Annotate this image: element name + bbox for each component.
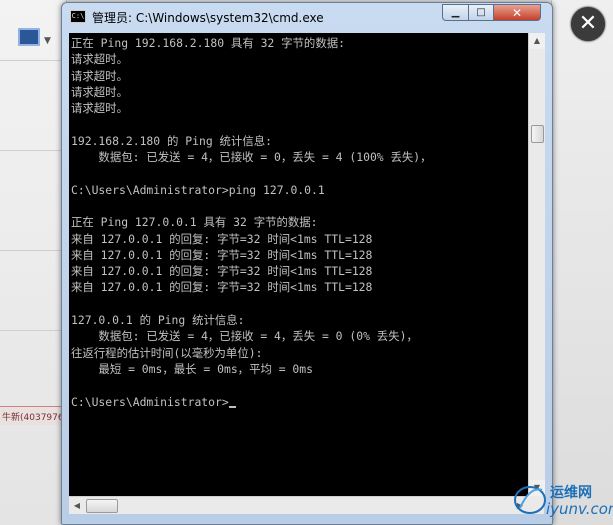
console-output[interactable]: 正在 Ping 192.168.2.180 具有 32 字节的数据: 请求超时。… xyxy=(69,33,528,496)
console-line: 来自 127.0.0.1 的回复: 字节=32 时间<1ms TTL=128 xyxy=(71,231,373,246)
minimize-button[interactable]: ▁ xyxy=(442,4,469,21)
console-line: 来自 127.0.0.1 的回复: 字节=32 时间<1ms TTL=128 xyxy=(71,280,373,295)
console-line: 数据包: 已发送 = 4，已接收 = 0，丢失 = 4 (100% 丢失)， xyxy=(98,150,432,165)
chevron-down-icon[interactable]: ▼ xyxy=(44,36,51,46)
overlay-close-button[interactable]: ✕ xyxy=(571,7,605,41)
vertical-scrollbar[interactable]: ▲ ▼ xyxy=(528,33,545,496)
console-line: 请求超时。 xyxy=(71,52,128,67)
console-lines: 正在 Ping 192.168.2.180 具有 32 字节的数据: 请求超时。… xyxy=(71,36,432,376)
console-line: 192.168.2.180 的 Ping 统计信息: xyxy=(71,133,272,148)
background-app-left-panel: ▼ xyxy=(0,0,67,525)
background-app-right-panel xyxy=(551,0,613,525)
divider xyxy=(0,150,66,151)
watermark-logo-icon xyxy=(514,486,546,514)
console-line: 127.0.0.1 的 Ping 统计信息: xyxy=(71,313,245,328)
console-line: 来自 127.0.0.1 的回复: 字节=32 时间<1ms TTL=128 xyxy=(71,264,373,279)
maximize-button[interactable]: □ xyxy=(468,4,494,21)
text-cursor xyxy=(228,405,236,408)
console-line: 请求超时。 xyxy=(71,84,128,99)
console-line: 最短 = 0ms，最长 = 0ms，平均 = 0ms xyxy=(98,361,313,376)
console-line: 数据包: 已发送 = 4，已接收 = 4，丢失 = 0 (0% 丢失)， xyxy=(98,329,418,344)
background-app-tab-label: 牛新(40379767 xyxy=(2,413,70,423)
console-text: 正在 Ping 192.168.2.180 具有 32 字节的数据: 请求超时。… xyxy=(69,33,528,410)
close-button[interactable]: ✕ xyxy=(493,4,541,21)
cmd-app-icon[interactable]: C:\ xyxy=(70,10,86,23)
console-line: 请求超时。 xyxy=(71,101,128,116)
console-line: 正在 Ping 127.0.0.1 具有 32 字节的数据: xyxy=(71,215,318,230)
console-line: 请求超时。 xyxy=(71,68,128,83)
console-line: 往返行程的估计时间(以毫秒为单位): xyxy=(71,345,263,360)
monitor-icon[interactable] xyxy=(18,28,40,46)
watermark-title: 运维网 xyxy=(550,485,592,501)
title-bar[interactable]: C:\ 管理员: C:\Windows\system32\cmd.exe ▁ □… xyxy=(62,3,552,29)
divider xyxy=(0,330,66,331)
watermark-url: iyunv.com xyxy=(546,500,613,518)
console-prompt: C:\Users\Administrator> xyxy=(71,394,229,409)
console-line: 来自 127.0.0.1 的回复: 字节=32 时间<1ms TTL=128 xyxy=(71,247,373,262)
window-title: 管理员: C:\Windows\system32\cmd.exe xyxy=(92,11,324,25)
scroll-left-arrow-icon[interactable]: ◀ xyxy=(69,497,85,514)
cmd-window: C:\ 管理员: C:\Windows\system32\cmd.exe ▁ □… xyxy=(61,2,553,525)
console-line: C:\Users\Administrator>ping 127.0.0.1 xyxy=(71,182,325,197)
divider xyxy=(0,250,66,251)
horizontal-scroll-thumb[interactable] xyxy=(86,499,118,513)
divider xyxy=(0,60,66,61)
console-line: 正在 Ping 192.168.2.180 具有 32 字节的数据: xyxy=(71,36,345,50)
scroll-up-arrow-icon[interactable]: ▲ xyxy=(529,33,545,49)
horizontal-scrollbar[interactable]: ◀ ▶ xyxy=(69,496,528,514)
vertical-scroll-thumb[interactable] xyxy=(531,125,544,143)
